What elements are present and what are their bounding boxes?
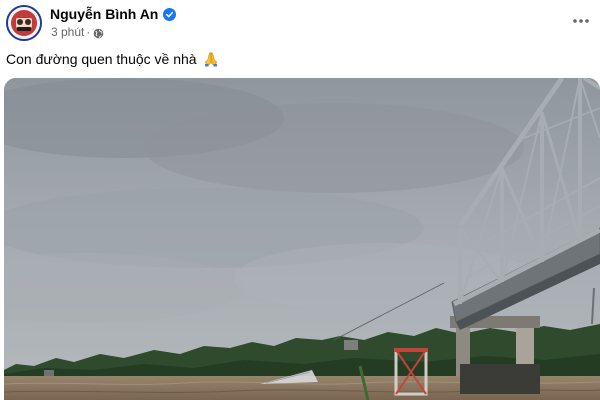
- avatar-image: [8, 7, 40, 39]
- author-name[interactable]: Nguyễn Bình An: [50, 6, 158, 22]
- verified-badge-icon: [163, 7, 177, 21]
- more-options-icon: [573, 19, 589, 23]
- post-photo[interactable]: [4, 78, 600, 400]
- more-options-button[interactable]: [568, 8, 594, 34]
- author-avatar[interactable]: [6, 5, 42, 41]
- author-line: Nguyễn Bình An: [50, 5, 177, 23]
- post-meta: 3 phút ·: [51, 24, 104, 39]
- flood-bridge-photo: [4, 78, 600, 400]
- post-header: Nguyễn Bình An 3 phút ·: [0, 0, 600, 46]
- folded-hands-emoji-icon: [203, 51, 219, 67]
- meta-separator: ·: [86, 24, 91, 39]
- caption-text: Con đường quen thuộc về nhà: [6, 51, 197, 67]
- globe-icon[interactable]: [93, 26, 104, 39]
- post-timestamp[interactable]: 3 phút: [51, 25, 84, 39]
- post-caption: Con đường quen thuộc về nhà: [6, 50, 219, 68]
